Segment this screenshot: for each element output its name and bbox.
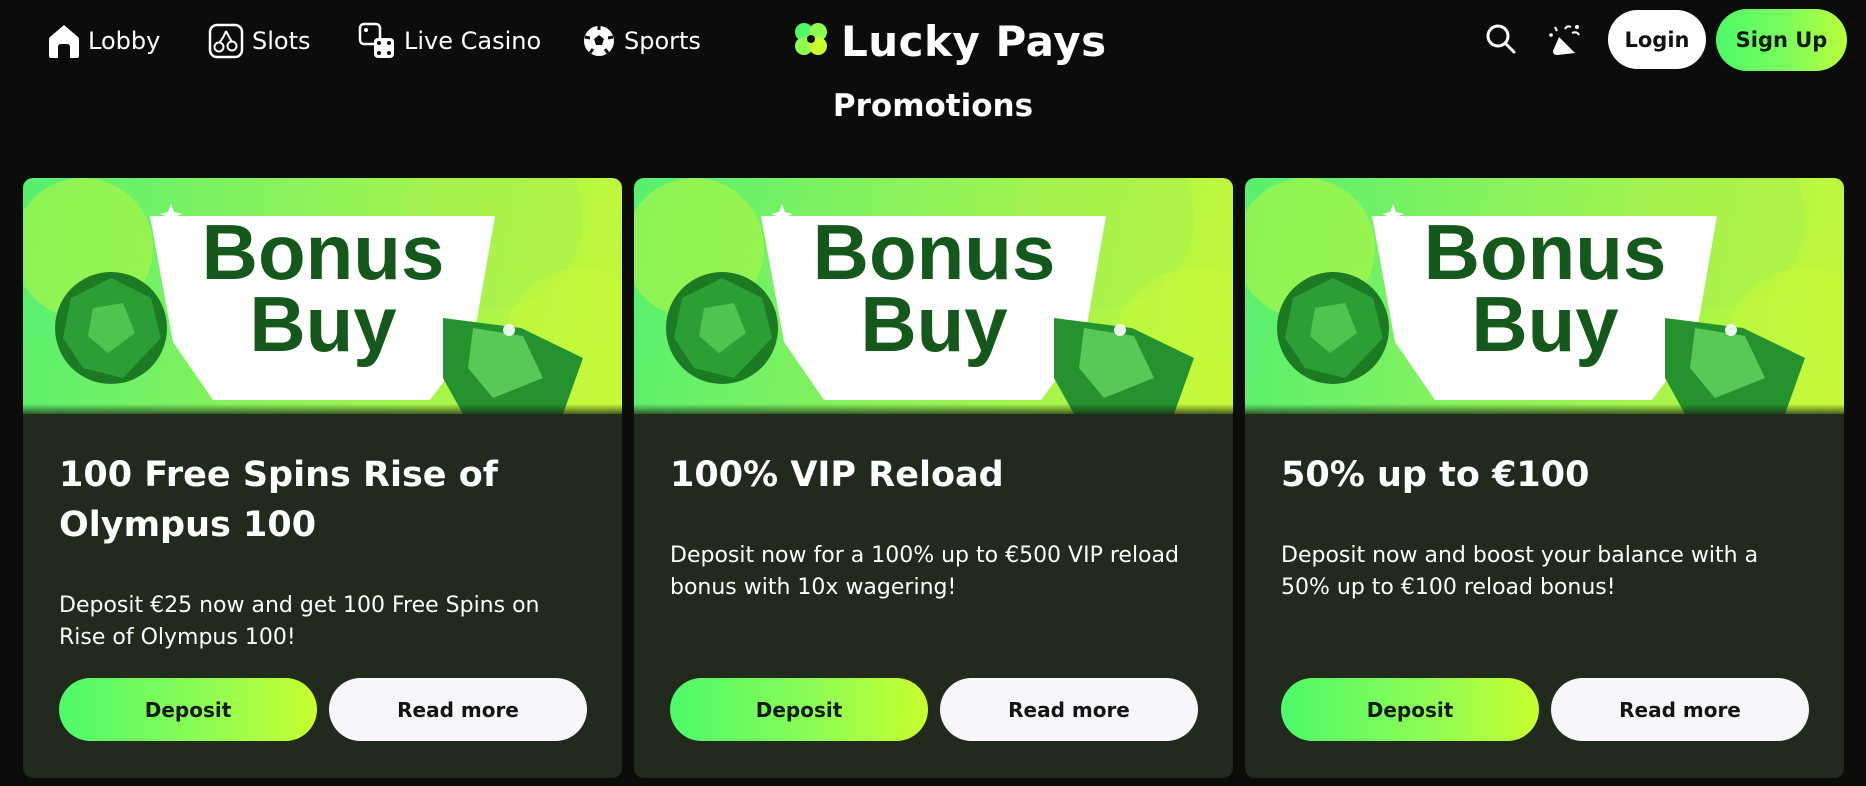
party-popper-icon <box>1547 21 1583 61</box>
banner-text-line: Buy <box>249 280 397 368</box>
page-title: Promotions <box>832 88 1034 124</box>
nav-label: Lobby <box>88 27 161 55</box>
banner-text: Bonus Buy <box>784 208 1084 368</box>
promotion-description: Deposit €25 now and get 100 Free Spins o… <box>59 593 540 650</box>
read-more-button[interactable]: Read more <box>940 678 1198 741</box>
nav-item-live-casino[interactable]: Live Casino <box>358 20 541 62</box>
promotion-banner[interactable]: Bonus Buy <box>634 178 1233 414</box>
soccer-ball-icon <box>582 24 616 58</box>
nav-label: Live Casino <box>404 27 542 55</box>
banner-text-line: Bonus <box>1423 208 1667 296</box>
banner-text-line: Bonus <box>812 208 1056 296</box>
banner-shade <box>1245 404 1844 414</box>
nav-item-slots[interactable]: Slots <box>208 20 311 62</box>
banner-text-line: Buy <box>860 280 1008 368</box>
search-button[interactable] <box>1482 22 1520 60</box>
nav-label: Slots <box>252 27 311 55</box>
banner-text-line: Bonus <box>201 208 445 296</box>
deposit-button[interactable]: Deposit <box>59 678 317 741</box>
promotions-button[interactable] <box>1546 22 1584 60</box>
promotion-banner[interactable]: Bonus Buy <box>23 178 622 414</box>
nav-label: Sports <box>624 27 701 55</box>
promotion-card: Bonus Buy 100 Free Spins Rise of Olympus… <box>23 178 622 778</box>
brand-logo[interactable]: Lucky Pays <box>791 16 1107 66</box>
brand-name: Lucky Pays <box>841 16 1107 66</box>
login-button[interactable]: Login <box>1608 10 1706 69</box>
promotion-card: Bonus Buy 100% VIP Reload Deposit now fo… <box>634 178 1233 778</box>
banner-text-line: Buy <box>1471 280 1619 368</box>
promotion-description: Deposit now and boost your balance with … <box>1281 543 1759 600</box>
deposit-button[interactable]: Deposit <box>670 678 928 741</box>
nav-item-sports[interactable]: Sports <box>582 20 701 62</box>
banner-shade <box>23 404 622 414</box>
banner-shade <box>634 404 1233 414</box>
banner-text: Bonus Buy <box>1395 208 1695 368</box>
read-more-button[interactable]: Read more <box>329 678 587 741</box>
search-icon <box>1485 23 1517 59</box>
cherries-icon <box>208 23 244 59</box>
promotion-card: Bonus Buy 50% up to €100 Deposit now and… <box>1245 178 1844 778</box>
promotion-banner[interactable]: Bonus Buy <box>1245 178 1844 414</box>
clover-icon <box>791 19 831 63</box>
banner-text: Bonus Buy <box>173 208 473 368</box>
promotion-title: 100% VIP Reload <box>670 455 1004 495</box>
read-more-button[interactable]: Read more <box>1551 678 1809 741</box>
deposit-button[interactable]: Deposit <box>1281 678 1539 741</box>
nav-item-lobby[interactable]: Lobby <box>48 20 160 62</box>
top-navigation-bar: Lobby Slots Live Casino Sports Lucky Pay… <box>0 0 1866 82</box>
promotion-title: 50% up to €100 <box>1281 455 1590 495</box>
promotion-title: 100 Free Spins Rise of Olympus 100 <box>59 455 499 545</box>
promotion-description: Deposit now for a 100% up to €500 VIP re… <box>670 543 1179 600</box>
dice-icon <box>358 22 396 60</box>
home-icon <box>48 23 80 59</box>
sign-up-button[interactable]: Sign Up <box>1716 9 1847 71</box>
